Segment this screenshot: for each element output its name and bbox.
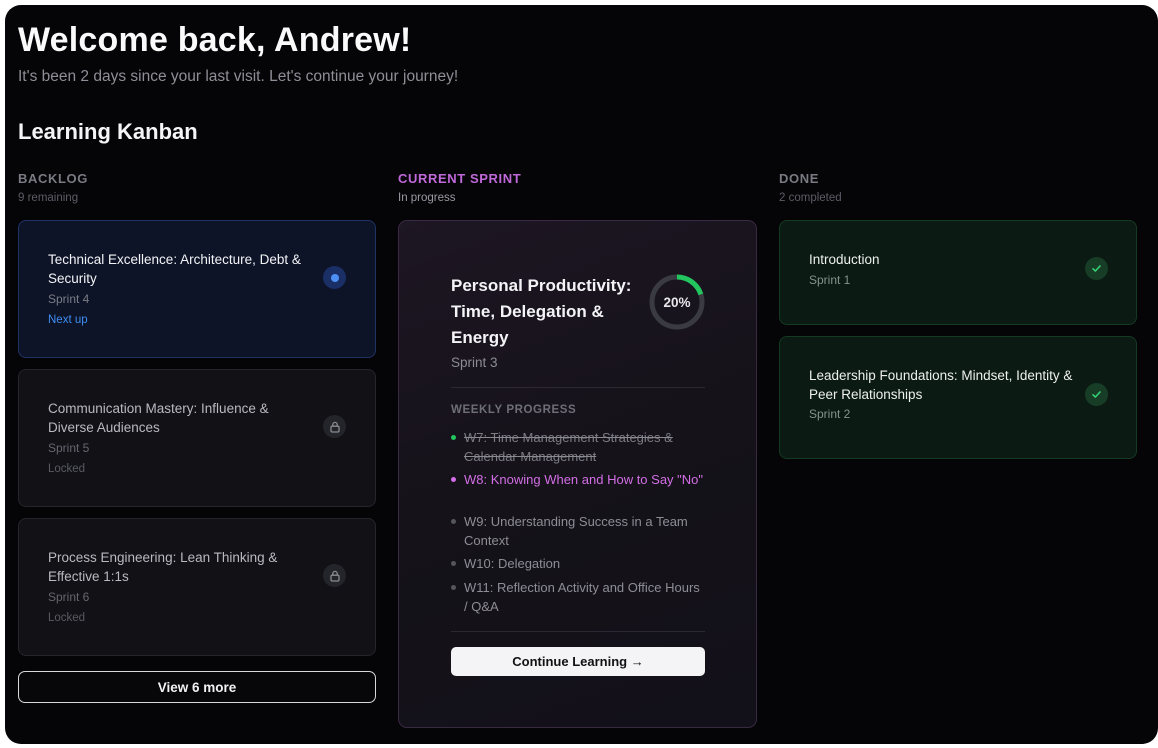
card-status: Next up	[48, 314, 88, 326]
week-text: W10: Delegation	[464, 556, 561, 571]
card-title: Process Engineering: Lean Thinking & Eff…	[48, 550, 278, 584]
welcome-subtitle: It's been 2 days since your last visit. …	[18, 68, 459, 85]
weekly-progress-label: WEEKLY PROGRESS	[451, 404, 577, 416]
app-frame: Welcome back, Andrew! It's been 2 days s…	[5, 5, 1158, 744]
backlog-card-locked[interactable]: Communication Mastery: Influence & Diver…	[18, 369, 376, 507]
week-text: W9: Understanding Success in a Team Cont…	[464, 514, 688, 548]
week-status-dot	[451, 477, 456, 482]
current-column-header: CURRENT SPRINT In progress	[398, 171, 521, 204]
card-sprint: Sprint 1	[809, 273, 851, 287]
week-item[interactable]: W8: Knowing When and How to Say "No"	[451, 471, 703, 490]
week-status-dot	[451, 585, 456, 590]
check-icon	[1085, 383, 1108, 406]
week-item[interactable]: W9: Understanding Success in a Team Cont…	[451, 513, 703, 550]
dot-icon	[323, 266, 346, 289]
current-sprint-card[interactable]: Personal Productivity: Time, Delegation …	[398, 220, 757, 728]
sprint-title: Personal Productivity: Time, Delegation …	[451, 276, 632, 347]
current-sprint-label: CURRENT SPRINT	[398, 171, 522, 186]
week-text: W7: Time Management Strategies & Calenda…	[464, 430, 673, 464]
card-status: Locked	[48, 463, 86, 475]
backlog-card-next[interactable]: Technical Excellence: Architecture, Debt…	[18, 220, 376, 358]
card-title: Technical Excellence: Architecture, Debt…	[48, 252, 301, 286]
divider	[451, 631, 705, 632]
week-item[interactable]: W10: Delegation	[451, 555, 703, 574]
week-item[interactable]: W7: Time Management Strategies & Calenda…	[451, 429, 703, 466]
backlog-column-header: BACKLOG 9 remaining	[18, 171, 88, 204]
card-title: Communication Mastery: Influence & Diver…	[48, 401, 269, 435]
backlog-label: BACKLOG	[18, 171, 88, 186]
welcome-heading: Welcome back, Andrew!	[18, 21, 412, 59]
card-sprint: Sprint 4	[48, 292, 90, 306]
lock-icon	[323, 415, 346, 438]
progress-label: 20%	[663, 294, 691, 310]
backlog-count: 9 remaining	[18, 192, 79, 204]
card-title: Leadership Foundations: Mindset, Identit…	[809, 368, 1073, 402]
done-column-header: DONE 2 completed	[779, 171, 842, 204]
week-status-dot	[451, 435, 456, 440]
done-count: 2 completed	[779, 192, 842, 204]
done-label: DONE	[779, 171, 819, 186]
card-sprint: Sprint 2	[809, 407, 851, 421]
divider	[451, 387, 705, 388]
kanban-title: Learning Kanban	[18, 119, 198, 144]
card-status: Locked	[48, 612, 86, 624]
current-sprint-status: In progress	[398, 192, 456, 204]
check-icon	[1085, 257, 1108, 280]
card-sprint: Sprint 6	[48, 590, 90, 604]
done-card[interactable]: Leadership Foundations: Mindset, Identit…	[779, 336, 1137, 459]
done-card[interactable]: Introduction Sprint 1	[779, 220, 1137, 325]
week-text: W11: Reflection Activity and Office Hour…	[464, 580, 700, 614]
continue-learning-button[interactable]: Continue Learning →	[451, 647, 705, 676]
week-status-dot	[451, 561, 456, 566]
backlog-card-locked[interactable]: Process Engineering: Lean Thinking & Eff…	[18, 518, 376, 656]
card-title: Introduction	[809, 252, 880, 267]
view-more-button[interactable]: View 6 more	[18, 671, 376, 703]
card-sprint: Sprint 5	[48, 441, 90, 455]
sprint-number: Sprint 3	[451, 355, 498, 370]
week-status-dot	[451, 519, 456, 524]
lock-icon	[323, 564, 346, 587]
week-text: W8: Knowing When and How to Say "No"	[464, 472, 704, 487]
week-item[interactable]: W11: Reflection Activity and Office Hour…	[451, 579, 703, 616]
